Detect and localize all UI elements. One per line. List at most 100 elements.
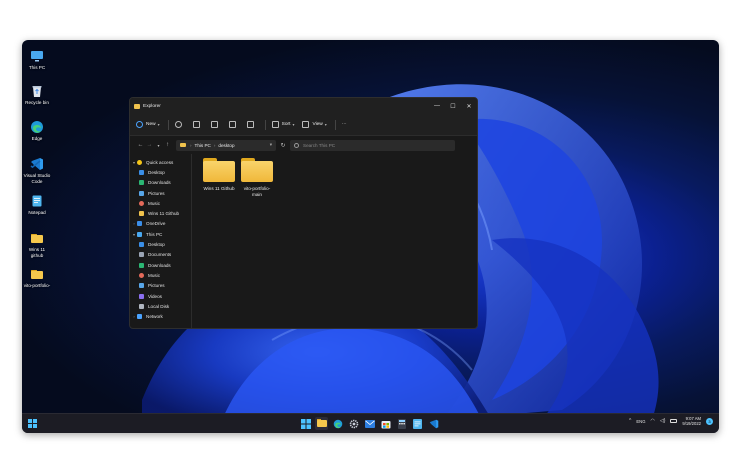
address-bar[interactable]: › This PC › desktop ▾ [176, 139, 276, 151]
sort-button[interactable]: Sort ▾ [271, 121, 294, 128]
desktop-icon-vito-portfolio[interactable]: vito-portfolio- [23, 267, 51, 289]
desktop-icon-vscode[interactable]: Visual Studio Code [23, 157, 51, 184]
copy-icon [192, 121, 200, 128]
paste-button[interactable] [210, 121, 221, 128]
breadcrumb-separator: › [190, 142, 192, 148]
nav-item-downloads[interactable]: Downloads [130, 178, 191, 188]
notepad-icon[interactable] [411, 417, 424, 430]
desktop-icon-label: Recycle bin [25, 100, 49, 105]
download-icon [139, 180, 144, 186]
recent-chevron-icon[interactable]: ▾ [154, 143, 163, 148]
nav-item-local-disk[interactable]: Local Disk [130, 301, 191, 311]
edge-icon[interactable] [331, 417, 344, 430]
nav-item-this-pc[interactable]: ▾ This PC [130, 229, 191, 239]
language-indicator[interactable]: ENG [636, 419, 645, 424]
desktop-icon-label: Wins 11 github [28, 247, 46, 258]
view-label: View [312, 122, 323, 127]
nav-item-wins-11-github[interactable]: Wins 11 Github [130, 208, 191, 218]
desktop-icon-label: Visual Studio Code [23, 173, 51, 184]
search-icon [294, 142, 299, 148]
nav-item-pictures[interactable]: Pictures [130, 281, 191, 291]
nav-item-documents[interactable]: Documents [130, 250, 191, 260]
desktop-icon-label: Notepad [28, 210, 46, 215]
nav-item-videos[interactable]: Videos [130, 291, 191, 301]
breadcrumb-this-pc[interactable]: This PC [195, 143, 211, 148]
folder-item[interactable]: Wins 11 Github [201, 158, 237, 192]
nav-item-network[interactable]: › Network [130, 311, 191, 321]
close-button[interactable]: ✕ [461, 98, 477, 114]
search-input[interactable]: Search This PC [290, 139, 455, 151]
nav-item-onedrive[interactable]: › OneDrive [130, 219, 191, 229]
cut-button[interactable] [174, 121, 185, 128]
tray-overflow-icon[interactable]: ^ [629, 418, 631, 424]
onedrive-icon [137, 221, 142, 227]
nav-item-label: This PC [146, 231, 163, 237]
nav-item-desktop[interactable]: Desktop [130, 239, 191, 249]
back-arrow-icon[interactable]: ← [136, 142, 145, 148]
desktop-icon-label: This PC [28, 65, 46, 70]
desktop-icon-this-pc[interactable]: This PC [23, 49, 51, 71]
disk-icon [139, 303, 144, 309]
nav-item-music[interactable]: Music [130, 270, 191, 280]
nav-item-label: Music [148, 272, 160, 278]
view-button[interactable]: View ▾ [302, 121, 327, 128]
desktop-icon-label: Edge [31, 136, 43, 141]
nav-item-label: Network [146, 314, 163, 320]
settings-icon[interactable] [347, 417, 360, 430]
clock-date: 9/19/2022 [682, 421, 701, 426]
nav-item-desktop[interactable]: Desktop [130, 167, 191, 177]
nav-item-label: Pictures [148, 283, 165, 289]
new-button[interactable]: New ▾ [136, 121, 160, 128]
breadcrumb-desktop[interactable]: desktop [218, 143, 234, 148]
refresh-icon[interactable]: ↻ [276, 142, 290, 149]
paste-icon [210, 121, 218, 128]
view-icon [302, 121, 310, 128]
nav-item-pictures[interactable]: Pictures [130, 188, 191, 198]
title-bar[interactable]: Explorer — ☐ ✕ [130, 98, 477, 114]
system-tray: ^ ENG ◠ ◁) 9:07 AM 9/19/2022 3 [629, 416, 713, 426]
notification-badge[interactable]: 3 [706, 417, 713, 425]
folder-icon [134, 103, 140, 109]
desktop-icon-notepad[interactable]: Notepad [23, 194, 51, 216]
forward-arrow-icon[interactable]: → [145, 142, 154, 148]
nav-item-label: Quick access [146, 159, 174, 165]
command-bar: New ▾ Sort ▾ View ▾ ··· [130, 114, 477, 136]
toolbar-divider [334, 119, 336, 130]
calculator-icon[interactable] [395, 417, 408, 430]
nav-item-label: Videos [148, 293, 162, 299]
more-options-button[interactable]: ··· [342, 122, 347, 127]
desktop-icon-edge[interactable]: Edge [23, 120, 51, 142]
file-explorer-icon[interactable] [315, 417, 328, 430]
copy-button[interactable] [192, 121, 203, 128]
desktop-icon-recycle-bin[interactable]: Recycle bin [23, 84, 51, 106]
start-icon[interactable] [299, 417, 312, 430]
nav-item-label: Desktop [148, 169, 165, 175]
nav-item-music[interactable]: Music [130, 198, 191, 208]
minimize-button[interactable]: — [429, 98, 445, 114]
vscode-icon[interactable] [427, 417, 440, 430]
nav-item-downloads[interactable]: Downloads [130, 260, 191, 270]
widgets-icon[interactable] [28, 419, 37, 428]
delete-icon [246, 121, 254, 128]
this-pc-icon [31, 51, 43, 62]
chevron-down-icon[interactable]: ▾ [270, 142, 272, 148]
up-arrow-icon[interactable]: ↑ [163, 142, 172, 148]
nav-item-label: Desktop [148, 242, 165, 248]
volume-icon[interactable]: ◁) [660, 418, 666, 424]
nav-item-quick-access[interactable]: ▾ Quick access [130, 157, 191, 167]
rename-button[interactable] [228, 121, 239, 128]
battery-icon[interactable] [670, 419, 678, 423]
taskbar: ^ ENG ◠ ◁) 9:07 AM 9/19/2022 3 [22, 413, 719, 433]
folder-icon [203, 158, 235, 182]
toolbar-divider [264, 119, 266, 130]
recycle-bin-icon [32, 86, 42, 97]
wifi-icon[interactable]: ◠ [650, 418, 654, 424]
clock[interactable]: 9:07 AM 9/19/2022 [682, 416, 701, 426]
folder-item[interactable]: vito-portfolio-main [239, 158, 275, 198]
desktop-icon-wins-11-github[interactable]: Wins 11 github [23, 231, 51, 258]
store-icon[interactable] [379, 417, 392, 430]
mail-icon[interactable] [363, 417, 376, 430]
delete-button[interactable] [246, 121, 257, 128]
maximize-button[interactable]: ☐ [445, 98, 461, 114]
sort-icon [271, 121, 279, 128]
